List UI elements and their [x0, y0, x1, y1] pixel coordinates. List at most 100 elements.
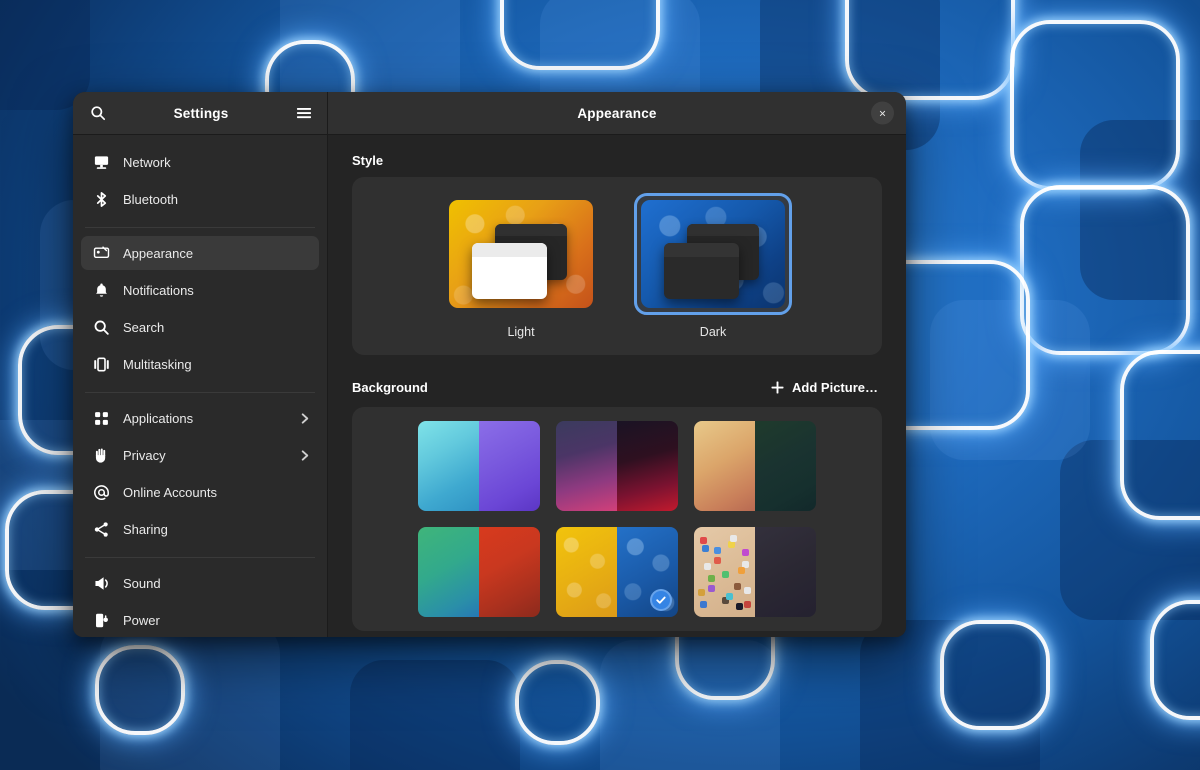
wallpaper-dark-half [700, 527, 816, 617]
settings-window: Settings Appearance × Network Bluetooth … [73, 92, 906, 637]
sidebar-item-notifications[interactable]: Notifications [81, 273, 319, 307]
wallpaper-light-half [418, 421, 479, 511]
wallpaper-neon-outline [1010, 20, 1180, 190]
window-titlebar: Settings Appearance × [73, 92, 906, 135]
background-section-title: Background [352, 380, 428, 395]
search-icon [91, 317, 111, 337]
sidebar-item-label: Online Accounts [123, 484, 217, 500]
nav-group: Applications Privacy Online Accounts Sha… [81, 397, 319, 553]
bell-icon [91, 280, 111, 300]
hand-privacy-icon [91, 445, 111, 465]
nav-group: Sound Power [81, 562, 319, 637]
speaker-icon [91, 573, 111, 593]
nav-separator [85, 557, 315, 558]
close-icon[interactable]: × [871, 101, 894, 125]
appearance-icon [91, 243, 111, 263]
add-picture-label: Add Picture… [792, 380, 878, 395]
sidebar-item-search[interactable]: Search [81, 310, 319, 344]
wallpaper-neon-outline [500, 0, 660, 70]
sidebar-item-bluetooth[interactable]: Bluetooth [81, 182, 319, 216]
style-preview-light [449, 200, 593, 308]
power-plug-icon [91, 610, 111, 630]
wallpaper-light-half [556, 527, 617, 617]
wallpaper-neon-outline [1020, 185, 1190, 355]
sidebar-item-label: Power [123, 612, 160, 628]
style-option-label: Dark [699, 325, 727, 339]
wallpaper-tile [350, 660, 520, 770]
sidebar-item-power[interactable]: Power [81, 603, 319, 637]
wallpaper-light-half [556, 421, 617, 511]
wallpaper-neon-outline [515, 660, 600, 745]
style-preview-dark [641, 200, 785, 308]
sidebar-item-sound[interactable]: Sound [81, 566, 319, 600]
wallpaper-light-half [418, 527, 479, 617]
preview-window-front [472, 243, 547, 300]
wallpaper-thumb-indigo-maroon[interactable] [556, 421, 678, 511]
wallpaper-thumb-yellow-blue-blobs[interactable] [556, 527, 678, 617]
wallpaper-light-half [694, 421, 755, 511]
sidebar-titlebar: Settings [73, 92, 328, 134]
desktop-wallpaper: Settings Appearance × Network Bluetooth … [0, 0, 1200, 770]
sidebar-item-label: Sound [123, 575, 161, 591]
sidebar-item-label: Search [123, 319, 165, 335]
sidebar-item-label: Sharing [123, 521, 168, 537]
background-card [352, 407, 882, 631]
sidebar-item-label: Network [123, 154, 171, 170]
style-option-dark[interactable]: Dark [634, 193, 792, 339]
appearance-content: Style Light Dark Background Add Picture… [328, 135, 906, 637]
sidebar-item-applications[interactable]: Applications [81, 401, 319, 435]
sidebar-item-privacy[interactable]: Privacy [81, 438, 319, 472]
sidebar-item-label: Appearance [123, 245, 194, 261]
sidebar-item-sharing[interactable]: Sharing [81, 512, 319, 546]
wallpaper-thumb-app-icons[interactable] [694, 527, 816, 617]
at-sign-icon [91, 482, 111, 502]
style-option-light[interactable]: Light [442, 193, 600, 339]
nav-separator [85, 392, 315, 393]
wallpaper-neon-outline [95, 645, 185, 735]
plus-icon [770, 380, 785, 395]
style-option-label: Light [507, 325, 535, 339]
wallpaper-thumb-teal-purple[interactable] [418, 421, 540, 511]
sidebar-item-label: Multitasking [123, 356, 192, 372]
multitasking-icon [91, 354, 111, 374]
network-icon [91, 152, 111, 172]
share-nodes-icon [91, 519, 111, 539]
nav-separator [85, 227, 315, 228]
sidebar-nav: Network Bluetooth Appearance Notificatio… [73, 135, 328, 637]
background-section-header: Background Add Picture… [352, 377, 882, 398]
background-section: Background Add Picture… [352, 377, 882, 631]
hamburger-menu-icon[interactable] [291, 100, 317, 126]
nav-group: Appearance Notifications Search Multitas… [81, 232, 319, 388]
wallpaper-dark-half [617, 421, 678, 511]
sidebar-item-label: Privacy [123, 447, 166, 463]
wallpaper-neon-outline [845, 0, 1015, 100]
chevron-right-icon [298, 412, 311, 425]
page-title: Appearance [577, 105, 657, 121]
sidebar-item-label: Applications [123, 410, 194, 426]
add-picture-button[interactable]: Add Picture… [766, 377, 882, 398]
chevron-right-icon [298, 449, 311, 462]
nav-group: Network Bluetooth [81, 141, 319, 223]
sidebar-item-multitasking[interactable]: Multitasking [81, 347, 319, 381]
wallpaper-dark-half [479, 421, 540, 511]
sidebar-title: Settings [173, 105, 229, 121]
sidebar-item-label: Bluetooth [123, 191, 178, 207]
style-card: Light Dark [352, 177, 882, 355]
wallpaper-dark-half [479, 527, 540, 617]
wallpaper-neon-outline [1120, 350, 1200, 520]
wallpaper-neon-outline [1150, 600, 1200, 720]
sidebar-item-network[interactable]: Network [81, 145, 319, 179]
sidebar-item-online-accounts[interactable]: Online Accounts [81, 475, 319, 509]
style-section-title: Style [352, 153, 384, 168]
style-section-header: Style [352, 153, 882, 168]
search-icon[interactable] [85, 100, 111, 126]
sidebar-item-label: Notifications [123, 282, 194, 298]
wallpaper-thumb-sand-forest[interactable] [694, 421, 816, 511]
wallpaper-thumb-green-orange[interactable] [418, 527, 540, 617]
bluetooth-icon [91, 189, 111, 209]
main-titlebar: Appearance × [328, 92, 906, 134]
sidebar-item-appearance[interactable]: Appearance [81, 236, 319, 270]
wallpaper-icon-dots [694, 527, 816, 617]
wallpaper-dark-half [755, 421, 816, 511]
preview-window-front [664, 243, 739, 300]
